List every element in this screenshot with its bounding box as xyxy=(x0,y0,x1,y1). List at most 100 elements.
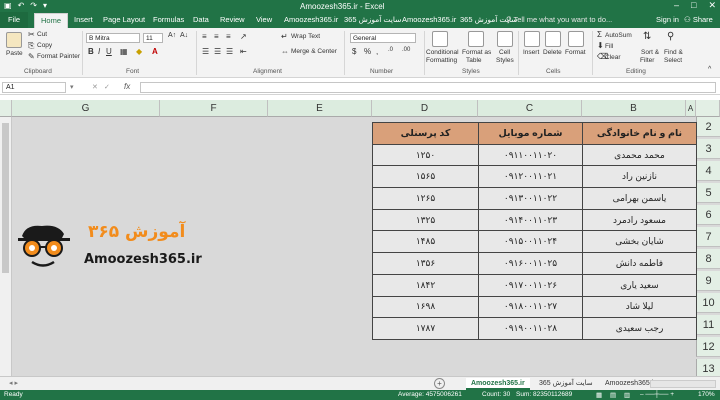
redo-icon[interactable]: ↷ xyxy=(30,1,37,10)
underline-icon[interactable]: U xyxy=(106,47,112,56)
number-format-combo[interactable]: General xyxy=(350,33,416,43)
cancel-entry-icon[interactable]: ✕ xyxy=(92,83,98,91)
align-left-icon[interactable]: ☰ xyxy=(202,47,209,56)
paste-button[interactable]: Paste xyxy=(6,50,23,57)
paste-icon[interactable] xyxy=(6,32,22,48)
percent-icon[interactable]: % xyxy=(364,47,371,56)
tab-page-layout[interactable]: Page Layout xyxy=(103,15,145,24)
cell-name[interactable]: مسعود رادمرد xyxy=(582,208,697,232)
column-header-e[interactable]: E xyxy=(268,100,372,117)
row-header[interactable]: 9 xyxy=(696,271,720,291)
sheet-nav-icon[interactable]: ◂ ▸ xyxy=(4,378,23,390)
cell-mobile[interactable]: ۰۹۱۴۰۰۱۱۰۲۳ xyxy=(478,208,583,232)
vertical-scrollbar[interactable] xyxy=(0,117,12,376)
conditional-formatting-button[interactable]: Conditional xyxy=(426,49,459,56)
cell-mobile[interactable]: ۰۹۱۹۰۰۱۱۰۲۸ xyxy=(478,317,583,340)
cell-mobile[interactable]: ۰۹۱۵۰۰۱۱۰۲۴ xyxy=(478,230,583,254)
column-header-b[interactable]: B xyxy=(582,100,686,117)
format-as-table-button[interactable]: Format as xyxy=(462,49,491,56)
sort-filter-button[interactable]: Sort & xyxy=(641,49,659,56)
copy-button[interactable]: Copy xyxy=(37,42,52,49)
orientation-icon[interactable]: ↗ xyxy=(240,32,247,41)
align-bottom-icon[interactable]: ≡ xyxy=(226,32,231,41)
cell-personnel-code[interactable]: ۱۴۸۵ xyxy=(372,230,479,254)
cut-button[interactable]: Cut xyxy=(37,31,47,38)
bold-icon[interactable]: B xyxy=(88,47,94,56)
format-as-table-icon[interactable] xyxy=(468,31,484,47)
comma-icon[interactable]: , xyxy=(376,47,378,56)
conditional-formatting-button-line2[interactable]: Formatting xyxy=(426,57,457,64)
cell-name[interactable]: فاطمه دانش xyxy=(582,252,697,275)
zoom-slider[interactable]: – ──┼── + xyxy=(640,391,674,398)
cell-personnel-code[interactable]: ۱۵۶۵ xyxy=(372,165,479,189)
insert-cells-icon[interactable] xyxy=(524,31,540,47)
align-center-icon[interactable]: ☰ xyxy=(214,47,221,56)
cell-mobile[interactable]: ۰۹۱۳۰۰۱۱۰۲۲ xyxy=(478,187,583,210)
cell-name[interactable]: لیلا شاد xyxy=(582,295,697,319)
align-middle-icon[interactable]: ≡ xyxy=(214,32,219,41)
cell-mobile[interactable]: ۰۹۱۶۰۰۱۱۰۲۵ xyxy=(478,252,583,275)
row-header[interactable]: 10 xyxy=(696,293,720,313)
undo-icon[interactable]: ↶ xyxy=(18,1,25,10)
cell-personnel-code[interactable]: ۱۳۵۶ xyxy=(372,252,479,275)
row-header[interactable]: 11 xyxy=(696,315,720,335)
cell-mobile[interactable]: ۰۹۱۱۰۰۱۱۰۲۰ xyxy=(478,143,583,167)
row-header[interactable]: 5 xyxy=(696,183,720,203)
align-top-icon[interactable]: ≡ xyxy=(202,32,207,41)
header-full-name[interactable]: نام و نام خانوادگی xyxy=(582,122,697,145)
tab-site-1[interactable]: سایت آموزش 365 xyxy=(344,15,401,24)
align-right-icon[interactable]: ☰ xyxy=(226,47,233,56)
merge-center-button[interactable]: Merge & Center xyxy=(291,48,337,55)
column-header-c[interactable]: C xyxy=(478,100,582,117)
insert-function-icon[interactable]: fx xyxy=(124,82,130,91)
format-painter-button[interactable]: Format Painter xyxy=(37,53,80,60)
cell-personnel-code[interactable]: ۱۶۹۸ xyxy=(372,295,479,319)
indent-icon[interactable]: ⇤ xyxy=(240,47,247,56)
cell-name[interactable]: شایان بخشی xyxy=(582,230,697,254)
cell-personnel-code[interactable]: ۱۲۶۵ xyxy=(372,187,479,210)
column-header-a[interactable]: A xyxy=(686,100,696,117)
font-size-combo[interactable]: 11 xyxy=(143,33,163,43)
row-header[interactable]: 8 xyxy=(696,249,720,269)
name-box[interactable]: A1 xyxy=(2,82,66,93)
cell-name[interactable]: سعید یاری xyxy=(582,273,697,297)
delete-cells-button[interactable]: Delete xyxy=(543,49,562,56)
increase-font-icon[interactable]: A↑ xyxy=(168,32,176,39)
save-icon[interactable]: ▣ xyxy=(4,1,12,10)
add-sheet-button[interactable]: + xyxy=(434,378,445,389)
currency-icon[interactable]: $ xyxy=(352,47,356,56)
column-header-f[interactable]: F xyxy=(160,100,268,117)
cell-styles-icon[interactable] xyxy=(497,31,513,47)
dropdown-icon[interactable]: ▾ xyxy=(70,83,74,91)
cell-mobile[interactable]: ۰۹۱۸۰۰۱۱۰۲۷ xyxy=(478,295,583,319)
decrease-decimal-icon[interactable]: .00 xyxy=(402,47,410,53)
row-header[interactable]: 4 xyxy=(696,161,720,181)
font-name-combo[interactable]: B Mitra xyxy=(86,33,140,43)
cell-name[interactable]: محمد محمدی xyxy=(582,143,697,167)
cell-personnel-code[interactable]: ۱۳۲۵ xyxy=(372,208,479,232)
autosum-button[interactable]: AutoSum xyxy=(605,32,632,39)
row-header[interactable]: 6 xyxy=(696,205,720,225)
cell-name[interactable]: نازنین راد xyxy=(582,165,697,189)
row-header[interactable]: 13 xyxy=(696,359,720,376)
wrap-text-button[interactable]: Wrap Text xyxy=(291,33,320,40)
cell-personnel-code[interactable]: ۱۷۸۷ xyxy=(372,317,479,340)
confirm-entry-icon[interactable]: ✓ xyxy=(104,83,110,91)
tab-amoozesh-1[interactable]: Amoozesh365.ir xyxy=(284,15,338,24)
sort-filter-button-line2[interactable]: Filter xyxy=(640,57,654,64)
collapse-ribbon-icon[interactable]: ^ xyxy=(708,66,711,73)
find-select-button[interactable]: Find & xyxy=(664,49,683,56)
header-mobile-number[interactable]: شماره موبایل xyxy=(478,122,583,145)
tab-amoozesh-2[interactable]: Amoozesh365.ir xyxy=(402,15,456,24)
tab-data[interactable]: Data xyxy=(193,15,209,24)
page-layout-view-icon[interactable]: ▤ xyxy=(610,391,616,399)
tab-insert[interactable]: Insert xyxy=(74,15,93,24)
cell-personnel-code[interactable]: ۱۲۵۰ xyxy=(372,143,479,167)
tab-file[interactable]: File xyxy=(0,12,28,28)
sheet-tab-amoozesh-active[interactable]: Amoozesh365.ir xyxy=(466,378,530,390)
tab-formulas[interactable]: Formulas xyxy=(153,15,184,24)
find-select-icon[interactable]: ⚲ xyxy=(667,31,674,42)
worksheet-grid[interactable]: G F E D C B A 2 3 4 5 6 7 8 9 10 11 12 1… xyxy=(0,100,720,376)
sign-in-link[interactable]: Sign in xyxy=(656,15,679,24)
cell-name[interactable]: رجب سعیدی xyxy=(582,317,697,340)
